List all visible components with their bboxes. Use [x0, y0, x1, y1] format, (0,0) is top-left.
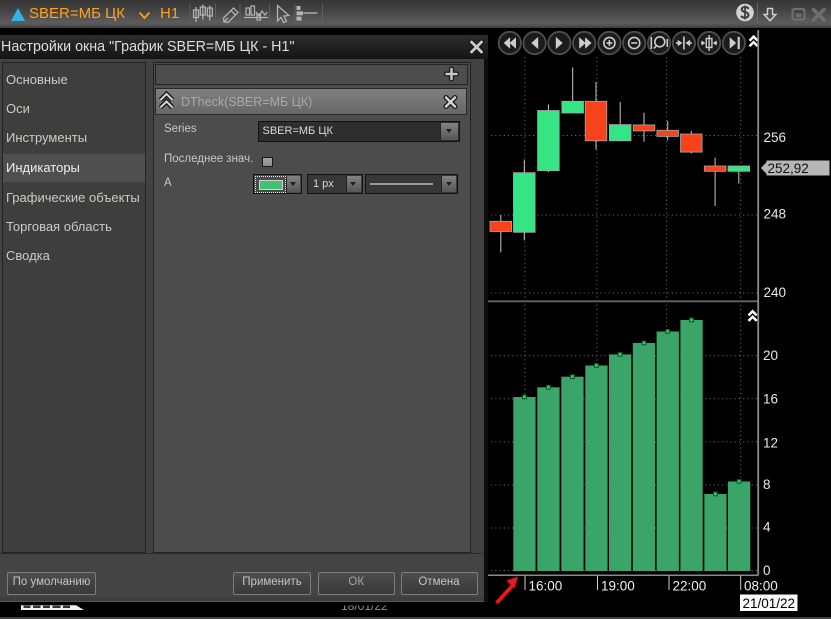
svg-text:08:00: 08:00: [744, 579, 778, 594]
svg-text:8: 8: [763, 477, 771, 492]
svg-text:16:00: 16:00: [529, 579, 563, 594]
svg-text:4: 4: [763, 519, 771, 534]
svg-text:12: 12: [763, 436, 778, 451]
svg-text:16: 16: [763, 392, 778, 407]
svg-text:19:00: 19:00: [601, 579, 635, 594]
svg-text:248: 248: [764, 207, 787, 222]
svg-text:252,92: 252,92: [768, 161, 809, 176]
svg-text:21/01/22: 21/01/22: [743, 596, 796, 611]
svg-text:0: 0: [763, 563, 771, 578]
svg-text:22:00: 22:00: [673, 579, 707, 594]
svg-text:240: 240: [764, 285, 787, 300]
svg-text:20: 20: [763, 348, 778, 363]
svg-text:256: 256: [764, 130, 787, 145]
